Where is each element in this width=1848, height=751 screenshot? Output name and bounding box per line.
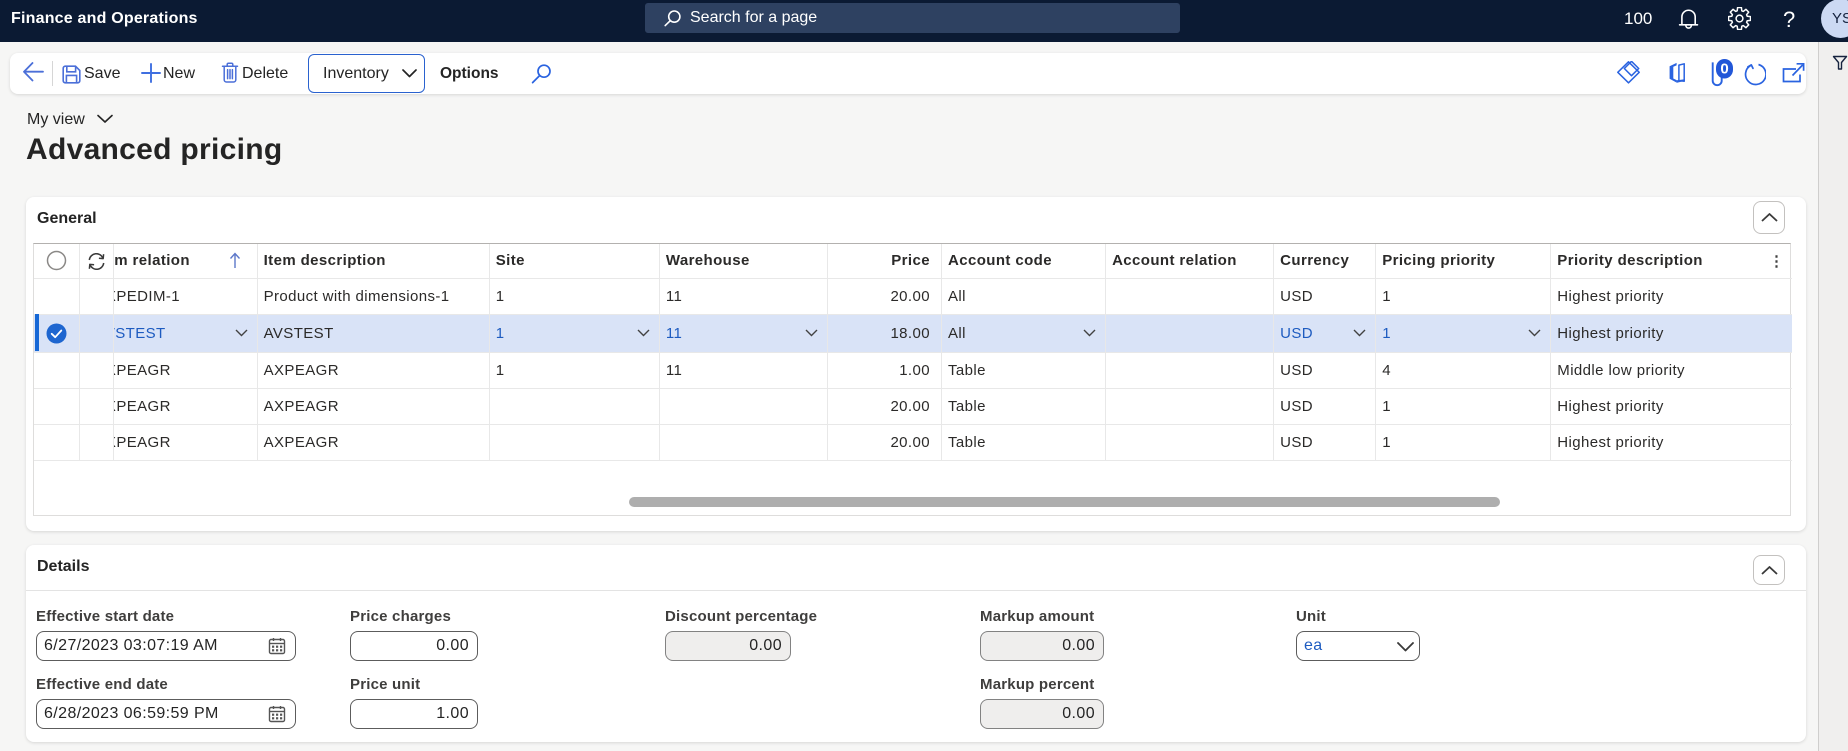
svg-text:0: 0 [1720, 61, 1728, 78]
